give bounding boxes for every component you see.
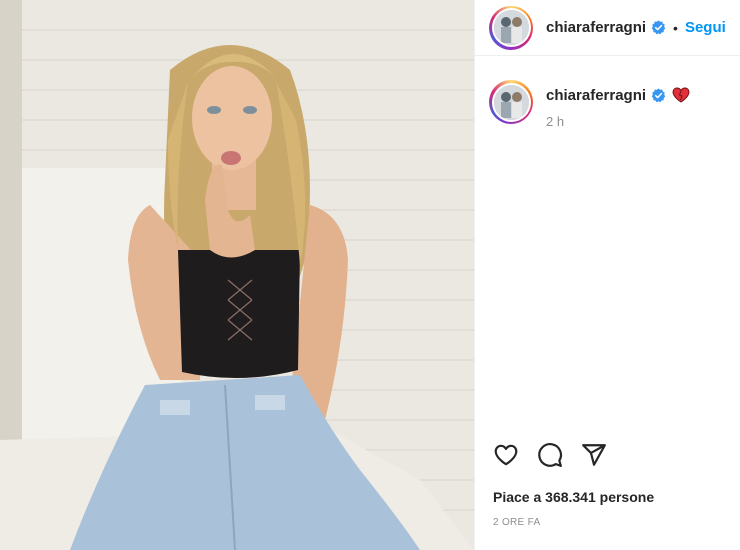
heart-emoji-icon xyxy=(672,87,690,103)
verified-badge-icon xyxy=(651,87,666,102)
caption: chiaraferragni 2 h xyxy=(489,80,729,129)
username-link[interactable]: chiaraferragni xyxy=(546,19,646,36)
caption-timestamp[interactable]: 2 h xyxy=(546,114,690,129)
follow-button[interactable]: Segui xyxy=(685,19,726,36)
caption-username-link[interactable]: chiaraferragni xyxy=(546,87,646,104)
avatar-image xyxy=(493,10,529,45)
paper-plane-icon[interactable] xyxy=(581,442,607,468)
caption-avatar-image xyxy=(493,84,529,120)
caption-avatar[interactable] xyxy=(489,80,533,124)
likes-count[interactable]: Piace a 368.341 persone xyxy=(493,489,654,505)
separator-dot: • xyxy=(673,19,678,36)
post-timestamp: 2 ORE FA xyxy=(493,517,541,528)
heart-outline-icon[interactable] xyxy=(493,442,519,468)
avatar[interactable] xyxy=(489,5,533,50)
post-header: chiaraferragni • Segui xyxy=(475,0,740,56)
verified-badge-icon xyxy=(651,20,666,35)
comment-bubble-icon[interactable] xyxy=(537,442,563,468)
post-sidebar: chiaraferragni • Segui chiaraferragni 2 … xyxy=(474,0,740,550)
action-bar xyxy=(493,442,625,468)
post-image xyxy=(0,0,474,550)
post-photo[interactable] xyxy=(0,0,474,550)
